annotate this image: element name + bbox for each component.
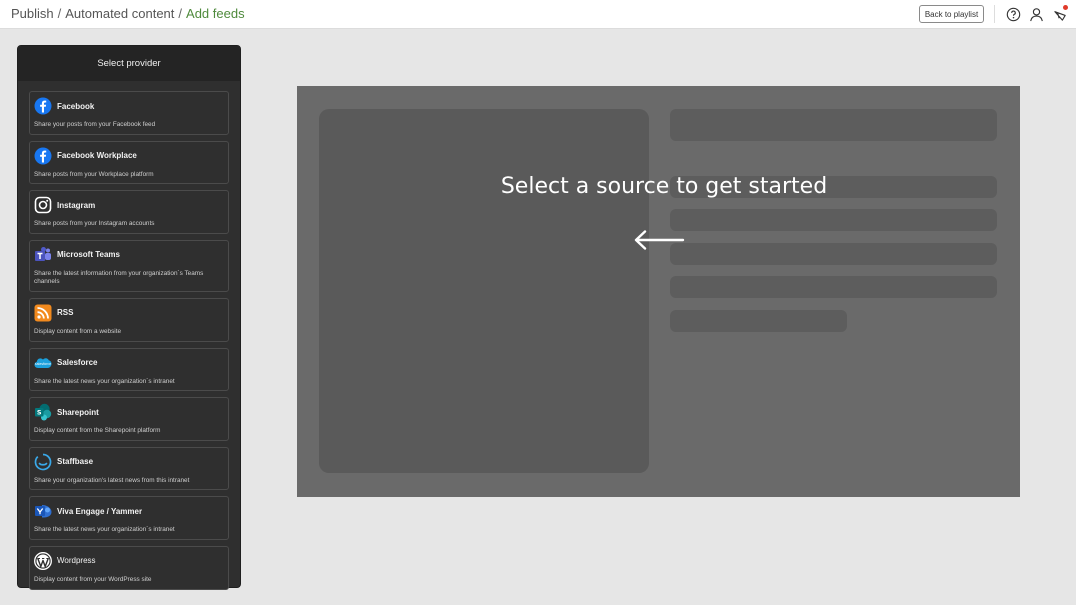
provider-viva-engage[interactable]: Viva Engage / Yammer Share the latest ne… (29, 496, 229, 540)
instagram-icon (34, 196, 52, 214)
placeholder-line-short (670, 310, 847, 332)
provider-name: Staffbase (57, 457, 94, 467)
provider-sharepoint[interactable]: S Sharepoint Display content from the Sh… (29, 397, 229, 441)
provider-panel: Select provider Facebook Share your post… (17, 45, 241, 590)
provider-name: Microsoft Teams (57, 250, 120, 260)
provider-instagram[interactable]: Instagram Share posts from your Instagra… (29, 190, 229, 234)
facebook-icon (34, 97, 52, 115)
preview-area: Select a source to get started (297, 86, 1020, 497)
microsoft-teams-icon (34, 246, 52, 264)
provider-description: Display content from a website (34, 327, 122, 335)
breadcrumb-current: Add feeds (186, 6, 245, 21)
arrow-left-icon (634, 230, 685, 250)
provider-description: Share the latest information from your o… (34, 269, 204, 286)
breadcrumb-automated-content[interactable]: Automated content (65, 6, 174, 21)
breadcrumb: Publish / Automated content / Add feeds (11, 6, 245, 21)
provider-description: Share the latest news your organization´… (34, 377, 175, 385)
svg-text:S: S (37, 409, 42, 417)
notification-badge (1063, 5, 1068, 10)
provider-description: Share the latest news your organization´… (34, 526, 175, 534)
provider-description: Share your posts from your Facebook feed (34, 121, 156, 128)
provider-salesforce[interactable]: salesforce Salesforce Share the latest n… (29, 347, 229, 392)
provider-name: Viva Engage / Yammer (57, 506, 143, 516)
provider-list: Facebook Share your posts from your Face… (18, 81, 240, 590)
help-icon[interactable] (1005, 6, 1021, 22)
svg-text:salesforce: salesforce (35, 362, 51, 366)
provider-name: Wordpress (57, 556, 96, 566)
salesforce-icon: salesforce (34, 354, 52, 372)
provider-rss[interactable]: RSS Display content from a website (29, 297, 229, 342)
provider-name: Salesforce (57, 358, 98, 368)
provider-facebook[interactable]: Facebook Share your posts from your Face… (29, 91, 229, 135)
staffbase-icon (34, 453, 52, 471)
provider-name: Instagram (57, 200, 96, 210)
placeholder-line (670, 243, 997, 265)
breadcrumb-publish[interactable]: Publish (11, 6, 54, 21)
breadcrumb-separator: / (57, 6, 62, 21)
top-bar: Publish / Automated content / Add feeds Back… (0, 0, 1076, 29)
sharepoint-icon: S (34, 403, 52, 421)
facebook-workplace-icon (34, 147, 52, 165)
placeholder-image (319, 109, 649, 473)
provider-description: Share posts from your Workplace platform (34, 170, 154, 178)
provider-description: Share posts from your Instagram accounts (34, 220, 155, 228)
notification-icon[interactable] (1052, 5, 1068, 22)
header-divider (994, 5, 995, 23)
provider-description: Display content from your WordPress site (34, 575, 152, 583)
rss-icon (34, 304, 52, 322)
viva-engage-icon (34, 502, 52, 520)
back-to-playlist-button[interactable]: Back to playlist (919, 5, 984, 23)
placeholder-line (670, 209, 997, 231)
provider-wordpress[interactable]: Wordpress Display content from your Word… (29, 545, 229, 590)
placeholder-line (670, 276, 997, 298)
provider-staffbase[interactable]: Staffbase Share your organization's late… (29, 446, 229, 491)
provider-description: Share your organization's latest news fr… (34, 476, 190, 484)
placeholder-title (670, 109, 997, 141)
provider-name: Facebook (57, 101, 95, 111)
provider-name: RSS (57, 308, 74, 318)
provider-name: Facebook Workplace (57, 151, 137, 161)
provider-facebook-workplace[interactable]: Facebook Workplace Share posts from your… (29, 140, 229, 185)
wordpress-icon (34, 551, 52, 570)
provider-description: Display content from the Sharepoint plat… (34, 427, 161, 435)
breadcrumb-separator: / (178, 6, 183, 21)
panel-title: Select provider (18, 46, 240, 81)
provider-name: Sharepoint (57, 407, 99, 417)
user-icon[interactable] (1028, 6, 1044, 22)
preview-prompt: Select a source to get started (500, 174, 828, 199)
provider-microsoft-teams[interactable]: Microsoft Teams Share the latest informa… (29, 239, 229, 292)
